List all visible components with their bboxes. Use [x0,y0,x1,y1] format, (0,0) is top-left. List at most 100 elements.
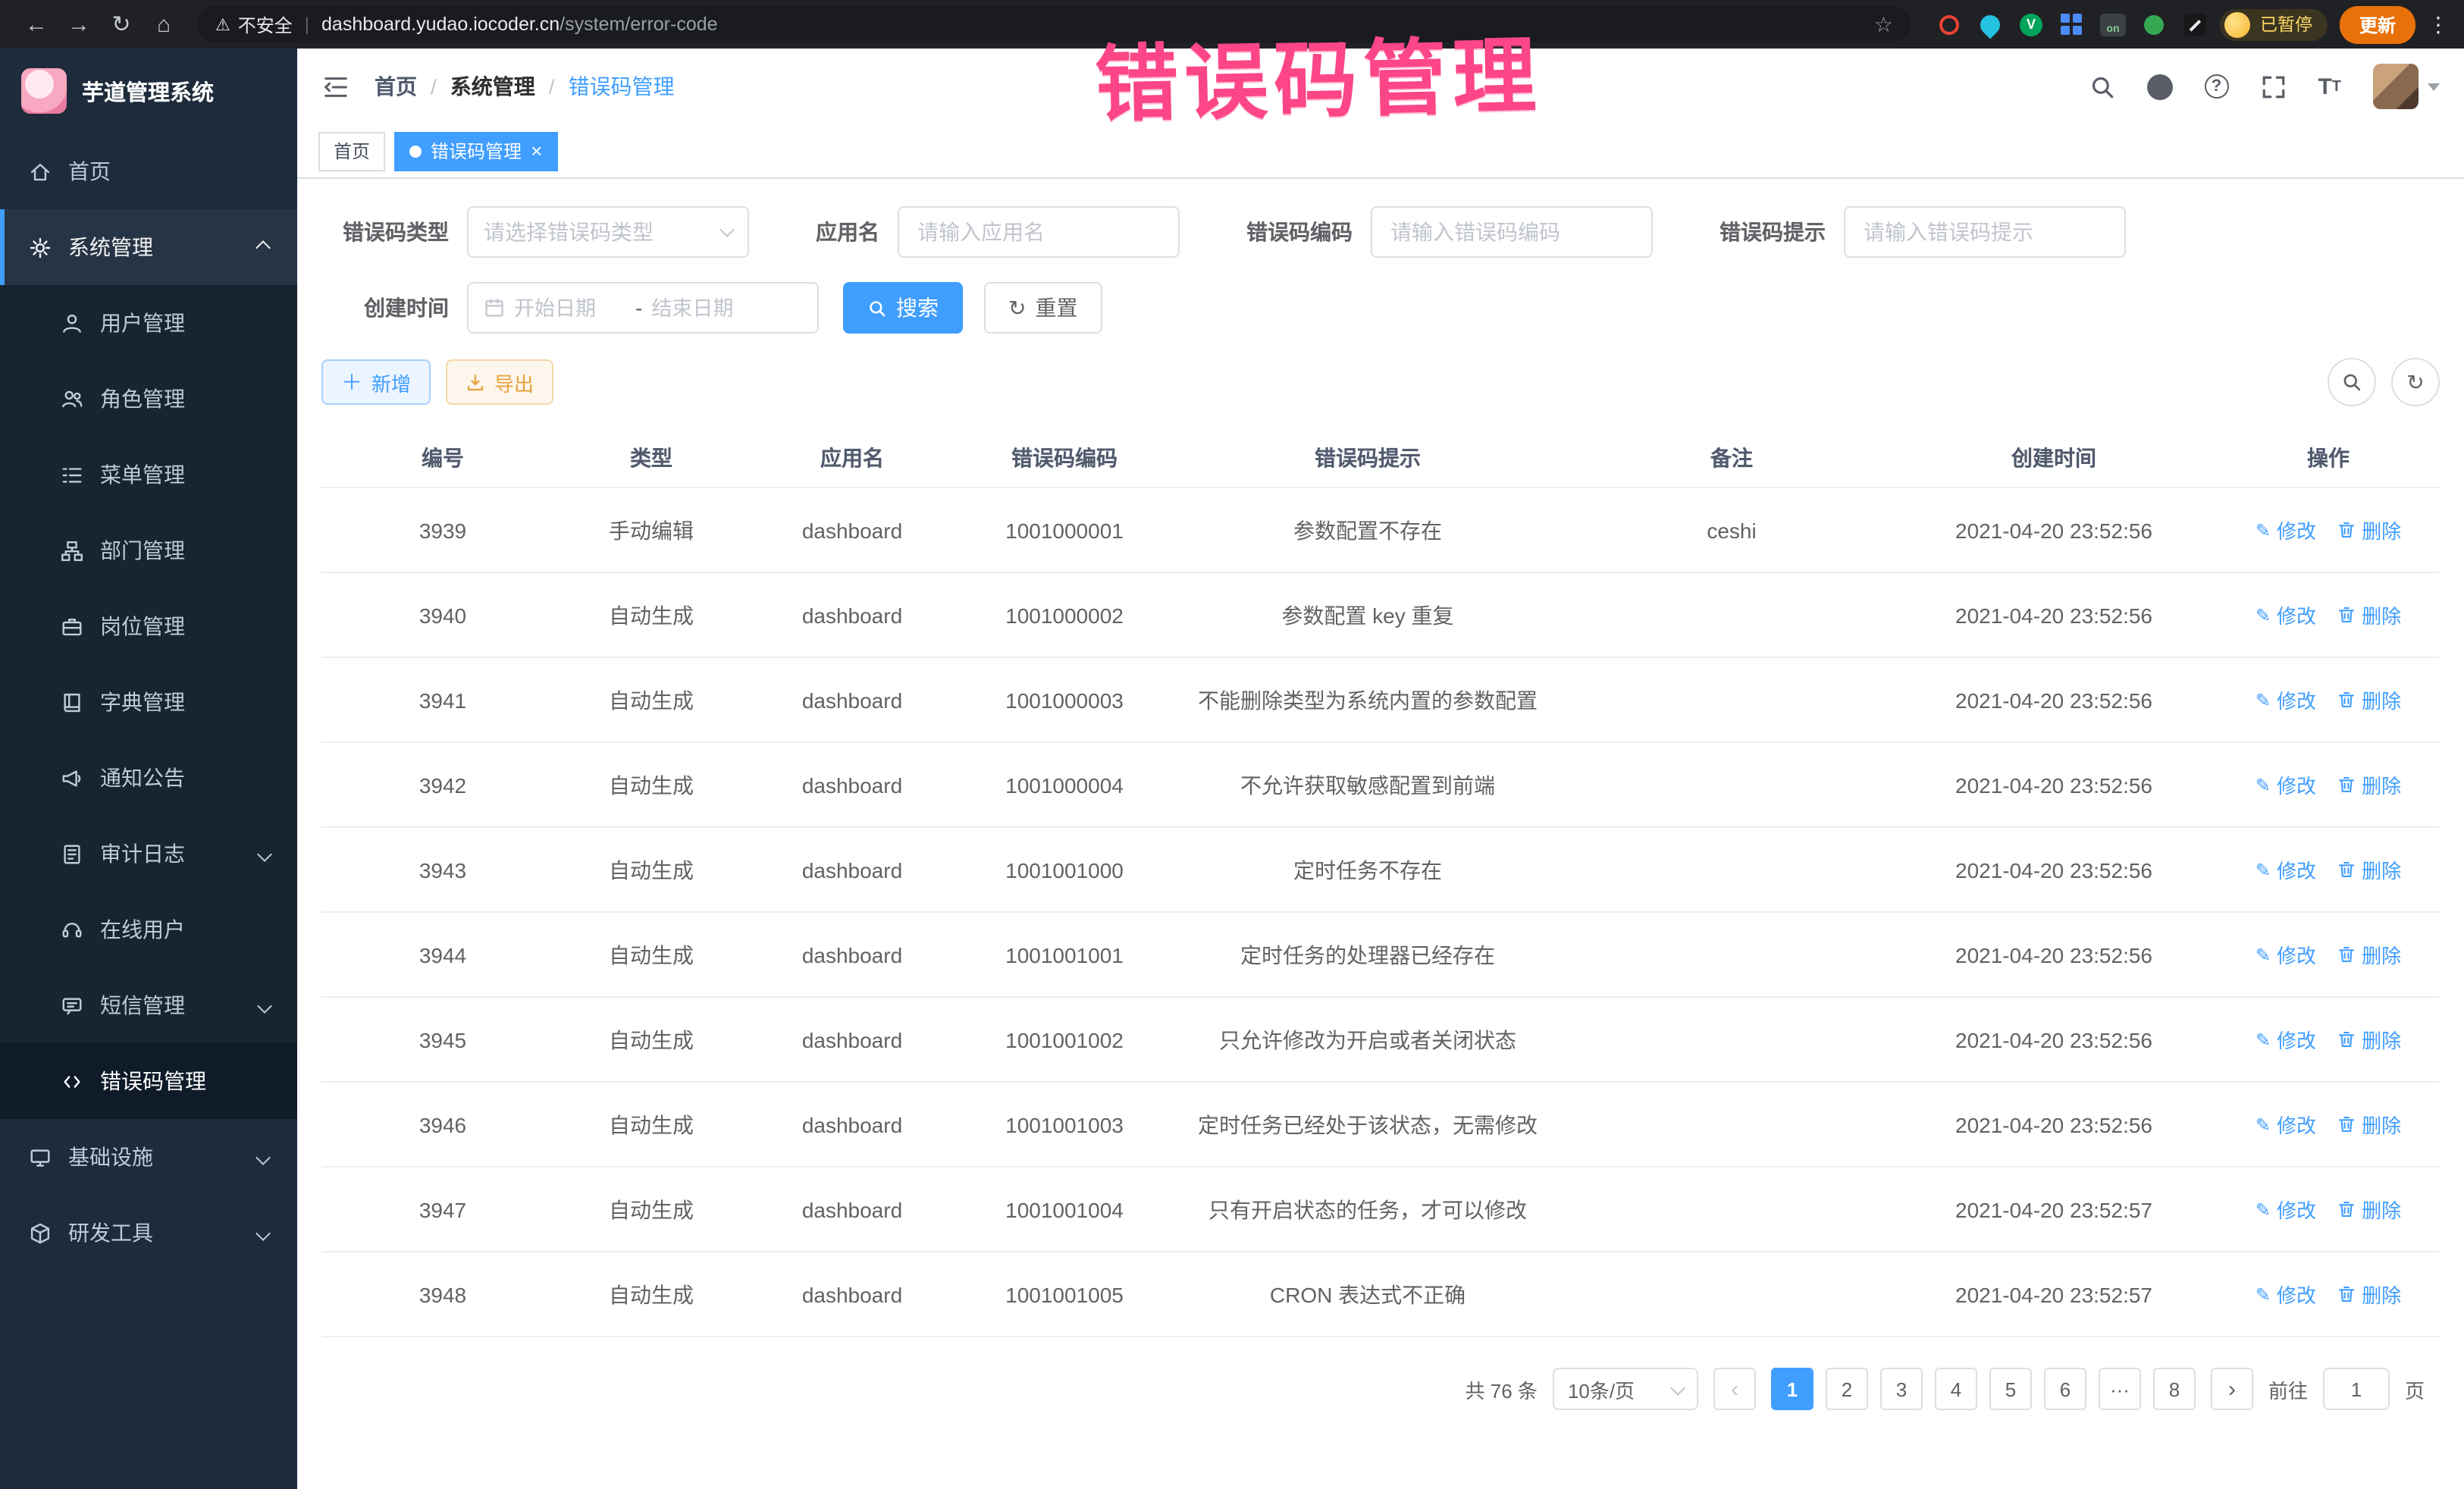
help-icon[interactable]: ? [2204,74,2228,99]
sidebar-group-infra[interactable]: 基础设施 [0,1119,297,1195]
user-menu[interactable] [2373,64,2440,109]
toolbar-refresh-button[interactable]: ↻ [2391,358,2440,406]
edit-link[interactable]: ✎修改 [2256,685,2316,714]
page-size-select[interactable]: 10条/页 [1553,1368,1698,1410]
cell-code: 1001000001 [966,518,1163,542]
sidebar-item-1[interactable]: 角色管理 [0,361,297,437]
sidebar-toggle-icon[interactable] [321,72,350,101]
sidebar-item-8[interactable]: 在线用户 [0,892,297,967]
update-button[interactable]: 更新 [2340,5,2415,43]
sidebar-item-label: 错误码管理 [100,1066,206,1096]
browser-menu-icon[interactable]: ⋮ [2428,11,2449,37]
edit-link[interactable]: ✎修改 [2256,1280,2316,1309]
sidebar-item-4[interactable]: 岗位管理 [0,588,297,664]
date-range-picker[interactable]: - [467,282,819,334]
extension-pin-icon[interactable] [2181,11,2209,38]
sidebar-item-6[interactable]: 通知公告 [0,740,297,816]
breadcrumb-system[interactable]: 系统管理 [450,71,535,102]
delete-link[interactable]: 删除 [2336,1110,2401,1139]
delete-link[interactable]: 删除 [2336,685,2401,714]
extension-green-v-icon[interactable]: V [2017,11,2045,38]
home-icon[interactable]: ⌂ [143,6,185,42]
extension-drop-icon[interactable] [1977,11,2004,38]
search-button[interactable]: 搜索 [843,282,963,334]
font-size-icon[interactable]: TT [2318,74,2341,99]
app-name-input[interactable] [898,206,1180,258]
delete-link[interactable]: 删除 [2336,770,2401,799]
prev-page-button[interactable]: ‹ [1713,1368,1756,1410]
page-button-6[interactable]: 6 [2044,1368,2086,1410]
breadcrumb-home[interactable]: 首页 [375,71,417,102]
cell-code: 1001000002 [966,603,1163,627]
sidebar-group-system[interactable]: 系统管理 [0,209,297,285]
delete-link[interactable]: 删除 [2336,855,2401,884]
delete-link[interactable]: 删除 [2336,1025,2401,1054]
bookmark-star-icon[interactable]: ☆ [1874,11,1893,37]
cell-ops: ✎修改删除 [2217,1195,2440,1224]
error-code-input[interactable] [1371,206,1653,258]
sidebar-item-10[interactable]: 错误码管理 [0,1043,297,1119]
cell-code: 1001000003 [966,688,1163,712]
search-icon[interactable] [2089,74,2114,99]
error-type-select[interactable]: 请选择错误码类型 [467,206,749,258]
cell-ops: ✎修改删除 [2217,1280,2440,1309]
edit-link[interactable]: ✎修改 [2256,600,2316,629]
sidebar-item-9[interactable]: 短信管理 [0,967,297,1043]
tab-error-code[interactable]: 错误码管理 × [394,131,557,171]
sidebar-item-home[interactable]: 首页 [0,133,297,209]
delete-link[interactable]: 删除 [2336,940,2401,969]
sidebar-item-2[interactable]: 菜单管理 [0,437,297,513]
page-button-3[interactable]: 3 [1880,1368,1923,1410]
next-page-button[interactable]: › [2211,1368,2253,1410]
extension-leaf-icon[interactable] [2140,11,2168,38]
back-icon[interactable]: ← [15,6,58,42]
sidebar-item-label: 菜单管理 [100,459,185,490]
close-icon[interactable]: × [531,141,542,161]
extension-red-icon[interactable] [1936,11,1963,38]
delete-link[interactable]: 删除 [2336,516,2401,544]
sidebar-item-7[interactable]: 审计日志 [0,816,297,892]
edit-link[interactable]: ✎修改 [2256,516,2316,544]
export-button[interactable]: 导出 [446,359,553,405]
browser-chrome: ← → ↻ ⌂ ⚠ 不安全 | dashboard.yudao.iocoder.… [0,0,2464,49]
sidebar-item-3[interactable]: 部门管理 [0,513,297,588]
end-date-input[interactable] [651,296,763,319]
sidebar-group-devtools[interactable]: 研发工具 [0,1195,297,1271]
edit-link[interactable]: ✎修改 [2256,770,2316,799]
delete-link[interactable]: 删除 [2336,1195,2401,1224]
sidebar-item-5[interactable]: 字典管理 [0,664,297,740]
page-button-1[interactable]: 1 [1771,1368,1814,1410]
refresh-icon[interactable]: ↻ [100,6,143,42]
profile-paused-chip[interactable]: 已暂停 [2221,8,2328,40]
table-row: 3947自动生成dashboard1001001004只有开启状态的任务，才可以… [321,1168,2440,1252]
github-icon[interactable] [2146,74,2172,99]
sidebar-group-label: 研发工具 [68,1218,153,1248]
tab-home[interactable]: 首页 [318,131,385,171]
page-button-8[interactable]: 8 [2153,1368,2196,1410]
error-hint-input[interactable] [1844,206,2126,258]
edit-link[interactable]: ✎修改 [2256,1110,2316,1139]
toolbar-search-button[interactable] [2328,358,2376,406]
sidebar-item-0[interactable]: 用户管理 [0,285,297,361]
page-button-5[interactable]: 5 [1989,1368,2032,1410]
page-button-4[interactable]: 4 [1935,1368,1977,1410]
edit-link[interactable]: ✎修改 [2256,855,2316,884]
start-date-input[interactable] [514,296,626,319]
page-more-button[interactable]: ··· [2099,1368,2141,1410]
forward-icon[interactable]: → [58,6,100,42]
reset-button-label: 重置 [1035,293,1077,323]
edit-link[interactable]: ✎修改 [2256,940,2316,969]
delete-link[interactable]: 删除 [2336,1280,2401,1309]
fullscreen-icon[interactable] [2260,74,2286,99]
add-button[interactable]: ＋ 新增 [321,359,431,405]
address-bar[interactable]: ⚠ 不安全 | dashboard.yudao.iocoder.cn /syst… [197,6,1911,42]
edit-link[interactable]: ✎修改 [2256,1025,2316,1054]
extension-grid-icon[interactable] [2058,11,2086,38]
cell-time: 2021-04-20 23:52:56 [1891,1027,2217,1052]
edit-link[interactable]: ✎修改 [2256,1195,2316,1224]
goto-page-input[interactable] [2323,1368,2390,1410]
page-button-2[interactable]: 2 [1826,1368,1868,1410]
delete-link[interactable]: 删除 [2336,600,2401,629]
extension-on-icon[interactable]: on [2099,11,2127,38]
reset-button[interactable]: ↻ 重置 [984,282,1102,334]
